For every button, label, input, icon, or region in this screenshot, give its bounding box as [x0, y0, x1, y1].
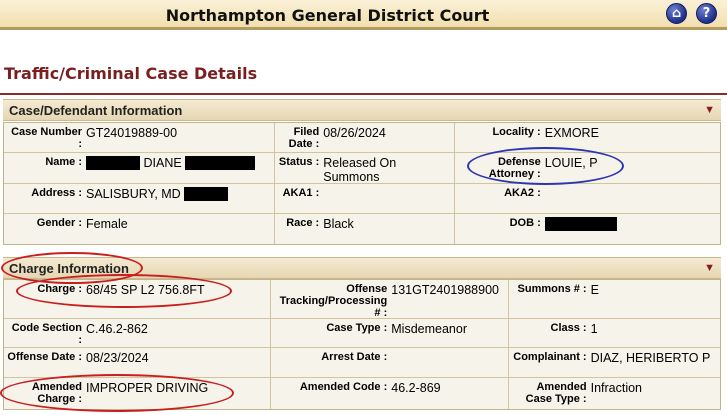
status-value: Released On Summons — [323, 156, 397, 184]
name-cell: Name : DIANE — [4, 153, 276, 183]
case-number-cell: Case Number : GT24019889-00 — [4, 123, 276, 152]
amended-code-label: Amended Code : — [299, 381, 388, 393]
table-row: Charge : 68/45 SP L2 756.8FT Offense Tra… — [4, 280, 720, 319]
court-header-bar: Northampton General District Court ⌂ ? — [0, 0, 727, 30]
aka1-cell: AKA1 : — [275, 184, 455, 213]
amended-case-type-value: Infraction — [590, 381, 643, 395]
section-title: Case/Defendant Information — [9, 103, 183, 118]
title-divider — [0, 93, 727, 95]
offense-tracking-label: Offense Tracking/Processing # : — [279, 283, 388, 319]
filed-date-value: 08/26/2024 — [323, 126, 386, 140]
address-cell: Address : SALISBURY, MD — [4, 184, 276, 213]
charge-label: Charge : — [37, 283, 82, 295]
offense-date-value: 08/23/2024 — [86, 351, 149, 365]
redaction-bar — [86, 156, 140, 170]
dob-label: DOB : — [509, 217, 541, 229]
race-value: Black — [323, 217, 354, 231]
case-type-cell: Case Type : Misdemeanor — [271, 319, 509, 347]
case-defendant-grid: Case Number : GT24019889-00 Filed Date :… — [3, 122, 721, 245]
charge-section-header[interactable]: Charge Information ▼ — [3, 257, 721, 279]
class-value: 1 — [590, 322, 598, 336]
name-label: Name : — [45, 156, 82, 168]
aka2-cell: AKA2 : — [455, 184, 720, 213]
case-type-value: Misdemeanor — [391, 322, 467, 336]
address-label: Address : — [31, 187, 82, 199]
name-value: DIANE — [86, 156, 256, 180]
summons-value: E — [590, 283, 599, 297]
code-section-value: C.46.2-862 — [86, 322, 148, 336]
arrest-date-cell: Arrest Date : — [271, 348, 509, 377]
charge-grid: Charge : 68/45 SP L2 756.8FT Offense Tra… — [3, 279, 721, 410]
code-section-cell: Code Section : C.46.2-862 — [4, 319, 272, 347]
aka2-label: AKA2 : — [504, 187, 541, 199]
table-row: Offense Date : 08/23/2024 Arrest Date : … — [4, 348, 720, 378]
gender-value: Female — [86, 217, 128, 231]
charge-cell: Charge : 68/45 SP L2 756.8FT — [4, 280, 272, 318]
collapse-triangle-icon[interactable]: ▼ — [704, 104, 715, 116]
case-type-label: Case Type : — [326, 322, 388, 334]
amended-case-type-cell: Amended Case Type : Infraction — [509, 378, 720, 409]
filed-date-cell: Filed Date : 08/26/2024 — [275, 123, 455, 152]
defense-attorney-cell: Defense Attorney : LOUIE, P — [455, 153, 720, 183]
table-row: Name : DIANE Status : Released On Summon… — [4, 153, 720, 184]
class-cell: Class : 1 — [509, 319, 720, 347]
table-row: Case Number : GT24019889-00 Filed Date :… — [4, 123, 720, 153]
defense-attorney-label: Defense Attorney : — [488, 156, 541, 180]
summons-label: Summons # : — [517, 283, 587, 295]
locality-label: Locality : — [492, 126, 541, 138]
race-label: Race : — [286, 217, 320, 229]
section-title: Charge Information — [9, 261, 129, 276]
charge-value: 68/45 SP L2 756.8FT — [86, 283, 205, 297]
amended-code-value: 46.2-869 — [391, 381, 441, 395]
table-row: Amended Charge : IMPROPER DRIVING Amende… — [4, 378, 720, 409]
table-row: Address : SALISBURY, MD AKA1 : AKA2 : — [4, 184, 720, 214]
amended-code-cell: Amended Code : 46.2-869 — [271, 378, 509, 409]
offense-tracking-cell: Offense Tracking/Processing # : 131GT240… — [271, 280, 509, 319]
amended-charge-value: IMPROPER DRIVING — [86, 381, 209, 395]
summons-cell: Summons # : E — [509, 280, 720, 318]
arrest-date-label: Arrest Date : — [321, 351, 388, 363]
code-section-label: Code Section : — [11, 322, 82, 346]
case-defendant-section-header[interactable]: Case/Defendant Information ▼ — [3, 99, 721, 121]
case-number-label: Case Number : — [11, 126, 82, 150]
help-icon[interactable]: ? — [696, 3, 717, 24]
offense-tracking-value: 131GT2401988900 — [391, 283, 499, 297]
address-text: SALISBURY, MD — [86, 187, 181, 201]
offense-date-label: Offense Date : — [7, 351, 82, 363]
complainant-value: DIAZ, HERIBERTO P — [590, 351, 711, 365]
gender-label: Gender : — [36, 217, 82, 229]
amended-charge-label: Amended Charge : — [31, 381, 82, 405]
name-middle: DIANE — [143, 156, 182, 170]
amended-charge-cell: Amended Charge : IMPROPER DRIVING — [4, 378, 272, 409]
case-number-value: GT24019889-00 — [86, 126, 178, 140]
redaction-bar — [185, 156, 256, 170]
defense-attorney-value: LOUIE, P — [544, 156, 598, 170]
redaction-bar — [544, 217, 617, 231]
dob-value — [544, 217, 617, 241]
address-value: SALISBURY, MD — [86, 187, 229, 210]
collapse-triangle-icon[interactable]: ▼ — [704, 262, 715, 274]
filed-date-label: Filed Date : — [288, 126, 320, 150]
court-name: Northampton General District Court — [165, 6, 490, 25]
gender-cell: Gender : Female — [4, 214, 276, 244]
aka1-label: AKA1 : — [282, 187, 320, 199]
table-row: Code Section : C.46.2-862 Case Type : Mi… — [4, 319, 720, 348]
amended-case-type-label: Amended Case Type : — [525, 381, 587, 405]
dob-cell: DOB : — [455, 214, 720, 244]
status-cell: Status : Released On Summons — [275, 153, 455, 184]
status-label: Status : — [278, 156, 320, 168]
redaction-bar — [184, 187, 229, 201]
class-label: Class : — [550, 322, 587, 334]
table-row: Gender : Female Race : Black DOB : — [4, 214, 720, 244]
complainant-label: Complainant : — [513, 351, 587, 363]
locality-value: EXMORE — [544, 126, 599, 140]
race-cell: Race : Black — [275, 214, 455, 244]
locality-cell: Locality : EXMORE — [455, 123, 720, 152]
complainant-cell: Complainant : DIAZ, HERIBERTO P — [509, 348, 720, 377]
offense-date-cell: Offense Date : 08/23/2024 — [4, 348, 272, 377]
page-title: Traffic/Criminal Case Details — [4, 64, 258, 83]
home-icon[interactable]: ⌂ — [666, 3, 687, 24]
